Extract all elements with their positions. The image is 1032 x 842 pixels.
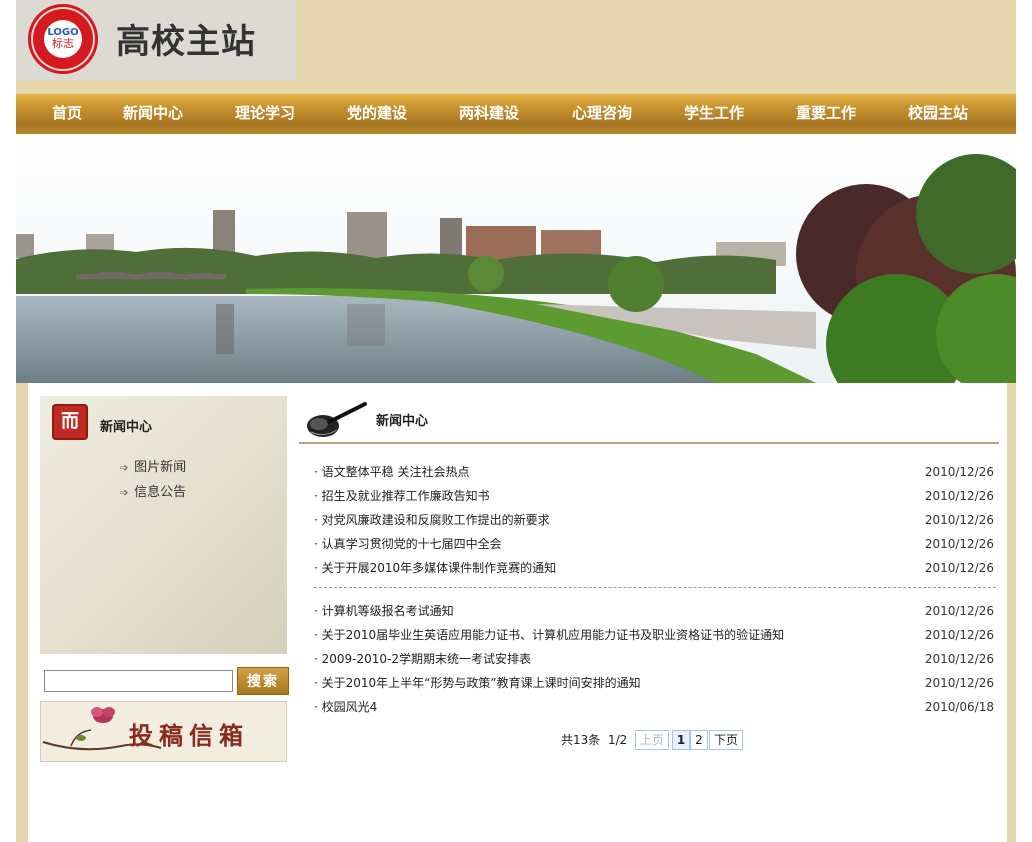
sidebar-panel: 而 新闻中心 ➩ 图片新闻 ➩ 信息公告 <box>40 396 287 654</box>
news-item: · 关于2010届毕业生英语应用能力证书、计算机应用能力证书及职业资格证书的验证… <box>314 623 994 647</box>
pagination-page-1[interactable]: 1 <box>672 730 690 750</box>
news-item: · 招生及就业推荐工作廉政告知书 2010/12/26 <box>314 484 994 508</box>
search-input[interactable] <box>44 670 233 692</box>
search-button[interactable]: 搜索 <box>237 667 289 695</box>
news-section-title: 新闻中心 <box>376 414 429 429</box>
main-nav: 首页 新闻中心 理论学习 党的建设 两科建设 心理咨询 学生工作 重要工作 校园… <box>16 94 1016 136</box>
sidebar-item-label: 信息公告 <box>134 485 187 500</box>
nav-item-student-work[interactable]: 学生工作 <box>684 94 744 132</box>
news-item: · 语文整体平稳 关注社会热点 2010/12/26 <box>314 460 994 484</box>
news-item-date: 2010/12/26 <box>924 513 994 527</box>
banner-image <box>16 134 1016 383</box>
pagination-page-2[interactable]: 2 <box>690 730 708 750</box>
pagination-page-info: 1/2 <box>608 733 628 747</box>
news-item-date: 2010/12/26 <box>924 628 994 642</box>
logo-subtext: 标志 <box>52 37 74 50</box>
pagination-prev-button[interactable]: 上页 <box>635 730 669 750</box>
news-center-icon: 而 <box>52 404 88 440</box>
news-center-icon-glyph: 而 <box>61 411 79 432</box>
news-item-title[interactable]: · 校园风光4 <box>314 695 377 719</box>
news-item-title[interactable]: · 关于开展2010年多媒体课件制作竞赛的通知 <box>314 556 556 580</box>
nav-item-important-work[interactable]: 重要工作 <box>796 94 856 132</box>
news-item-title[interactable]: · 关于2010年上半年“形势与政策”教育课上课时间安排的通知 <box>314 671 641 695</box>
sidebar-item-picture-news[interactable]: ➩ 图片新闻 <box>120 456 186 475</box>
arrow-right-icon: ➩ <box>120 488 129 499</box>
news-item-date: 2010/12/26 <box>924 604 994 618</box>
sidebar-item-announcements[interactable]: ➩ 信息公告 <box>120 481 186 500</box>
news-item-date: 2010/12/26 <box>924 676 994 690</box>
news-item: · 关于开展2010年多媒体课件制作竞赛的通知 2010/12/26 <box>314 556 994 580</box>
news-item-date: 2010/12/26 <box>924 537 994 551</box>
banner-scene <box>16 134 1016 383</box>
logo[interactable]: LOGO 标志 <box>28 4 98 74</box>
site-title: 高校主站 <box>116 22 256 62</box>
arrow-right-icon: ➩ <box>120 463 129 474</box>
news-item-title[interactable]: · 2009-2010-2学期期末统一考试安排表 <box>314 647 531 671</box>
page: LOGO 标志 高校主站 首页 新闻中心 理论学习 党的建设 两科建设 心理咨询… <box>16 0 1016 842</box>
sidebar-item-label: 图片新闻 <box>134 460 187 475</box>
news-item: · 2009-2010-2学期期末统一考试安排表 2010/12/26 <box>314 647 994 671</box>
ink-brush-icon <box>307 402 367 437</box>
news-item-date: 2010/12/26 <box>924 489 994 503</box>
news-divider <box>314 587 996 588</box>
news-item-title[interactable]: · 认真学习贯彻党的十七届四中全会 <box>314 532 502 556</box>
nav-item-campus-site[interactable]: 校园主站 <box>908 94 968 132</box>
news-item-date: 2010/12/26 <box>924 465 994 479</box>
news-item: · 对党风廉政建设和反腐败工作提出的新要求 2010/12/26 <box>314 508 994 532</box>
news-item: · 认真学习贯彻党的十七届四中全会 2010/12/26 <box>314 532 994 556</box>
content-area: 而 新闻中心 ➩ 图片新闻 ➩ 信息公告 搜索 投稿信箱 新闻中心 · 语文整体… <box>28 383 1007 842</box>
news-item-title[interactable]: · 计算机等级报名考试通知 <box>314 599 454 623</box>
news-item: · 关于2010年上半年“形势与政策”教育课上课时间安排的通知 2010/12/… <box>314 671 994 695</box>
nav-item-two-subjects[interactable]: 两科建设 <box>459 94 519 132</box>
nav-item-home[interactable]: 首页 <box>52 94 82 132</box>
submission-mailbox-banner[interactable]: 投稿信箱 <box>40 701 287 762</box>
news-item-title[interactable]: · 招生及就业推荐工作廉政告知书 <box>314 484 490 508</box>
nav-item-party-building[interactable]: 党的建设 <box>347 94 407 132</box>
pagination-next-button[interactable]: 下页 <box>709 730 743 750</box>
news-item-date: 2010/06/18 <box>924 700 994 714</box>
mailbox-label: 投稿信箱 <box>129 721 249 750</box>
logo-inner: LOGO 标志 <box>44 20 82 58</box>
news-item-date: 2010/12/26 <box>924 561 994 575</box>
news-item-title[interactable]: · 关于2010届毕业生英语应用能力证书、计算机应用能力证书及职业资格证书的验证… <box>314 623 784 647</box>
news-item-title[interactable]: · 对党风廉政建设和反腐败工作提出的新要求 <box>314 508 550 532</box>
nav-item-theory-study[interactable]: 理论学习 <box>235 94 295 132</box>
header-logo-area: LOGO 标志 高校主站 <box>16 0 296 80</box>
news-item-title[interactable]: · 语文整体平稳 关注社会热点 <box>314 460 469 484</box>
news-item-date: 2010/12/26 <box>924 652 994 666</box>
nav-item-counseling[interactable]: 心理咨询 <box>572 94 632 132</box>
nav-item-news-center[interactable]: 新闻中心 <box>123 94 183 132</box>
news-item: · 校园风光4 2010/06/18 <box>314 695 994 719</box>
pagination-total: 共13条 <box>561 733 601 747</box>
sidebar-title: 新闻中心 <box>100 420 153 435</box>
news-item: · 计算机等级报名考试通知 2010/12/26 <box>314 599 994 623</box>
news-section-header: 新闻中心 <box>299 396 999 444</box>
